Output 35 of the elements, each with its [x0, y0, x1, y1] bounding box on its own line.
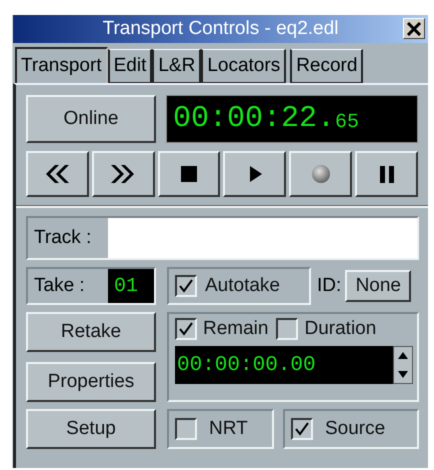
tab[interactable]: Edit [108, 49, 152, 83]
tab[interactable]: Locators [201, 49, 286, 83]
checkbox[interactable] [175, 318, 197, 340]
id-label: ID: [317, 275, 342, 297]
checkbox[interactable] [276, 318, 298, 340]
timecode-display: 00:00:22.65 [166, 95, 418, 143]
take-field[interactable]: Take : 01 [26, 267, 156, 305]
properties-button[interactable]: Properties [26, 362, 156, 402]
stop-button[interactable] [158, 151, 220, 197]
checkbox-label: NRT [209, 418, 248, 440]
counter-display: 00:00:00.00 [175, 346, 393, 384]
checkbox-label: Autotake [205, 275, 280, 297]
pause-button[interactable] [355, 151, 418, 197]
window-title: Transport Controls - eq2.edl [102, 18, 338, 40]
tab[interactable]: Transport [15, 47, 108, 83]
checkbox[interactable] [175, 275, 197, 297]
track-field[interactable]: Track : [26, 216, 419, 260]
play-button[interactable] [223, 151, 286, 197]
checkbox-label: Duration [304, 318, 376, 340]
tab[interactable]: Record [290, 49, 364, 83]
retake-button[interactable]: Retake [26, 312, 156, 352]
checkbox-label: Remain [203, 318, 268, 340]
checkbox[interactable] [291, 418, 313, 440]
id-button[interactable]: None [345, 270, 412, 302]
close-button[interactable] [403, 18, 425, 39]
close-icon [406, 22, 422, 36]
online-button[interactable]: Online [26, 95, 156, 143]
spin-control[interactable] [393, 346, 413, 384]
tab[interactable]: L&R [152, 49, 202, 83]
rewind-button[interactable] [26, 151, 89, 197]
record-button[interactable] [289, 151, 352, 197]
checkbox-label: Source [325, 418, 386, 440]
checkbox[interactable] [175, 418, 197, 440]
setup-button[interactable]: Setup [26, 409, 156, 449]
fast-forward-button[interactable] [92, 151, 155, 197]
